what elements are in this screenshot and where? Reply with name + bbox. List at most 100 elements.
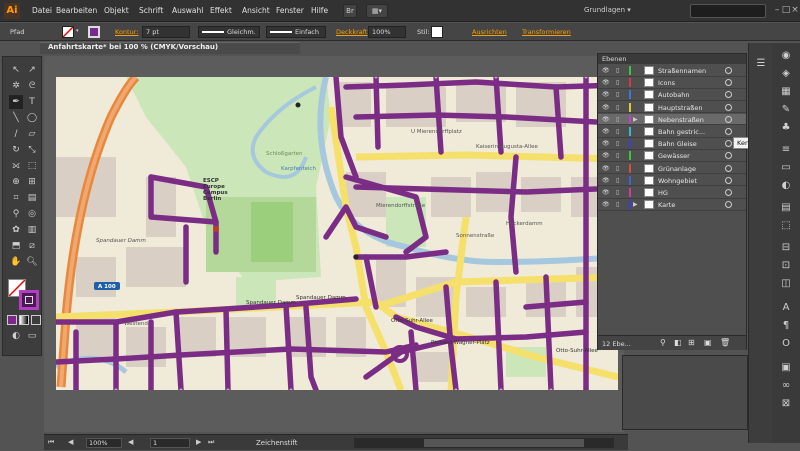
expand-triangle-icon[interactable]: ▶ <box>633 116 638 123</box>
layer-row[interactable]: 👁︎ ▯ Grünanlage <box>598 163 746 175</box>
opacity-field[interactable]: 100% <box>368 26 406 38</box>
artboards-panel-icon[interactable]: ▣ <box>778 361 794 375</box>
kontur-link[interactable]: Kontur: <box>115 28 138 36</box>
lock-toggle-icon[interactable]: ▯ <box>616 140 619 147</box>
eyedropper-tool-icon[interactable]: ⚲ <box>9 207 23 221</box>
width-tool-icon[interactable]: ⟗ <box>9 159 23 173</box>
target-circle-icon[interactable] <box>725 128 732 135</box>
color-panel-icon[interactable]: ◉ <box>778 49 794 63</box>
artboard-number-field[interactable]: 1 <box>150 438 190 448</box>
transformieren-link[interactable]: Transformieren <box>522 28 571 36</box>
draw-mode-icon[interactable]: ◐ <box>9 329 23 343</box>
navigator-panel-icon[interactable]: ⊠ <box>778 397 794 411</box>
visibility-eye-icon[interactable]: 👁︎ <box>602 140 610 147</box>
horizontal-scrollbar[interactable] <box>354 438 614 448</box>
lock-toggle-icon[interactable]: ▯ <box>616 177 619 184</box>
visibility-eye-icon[interactable]: 👁︎ <box>602 177 610 184</box>
layer-row[interactable]: 👁︎ ▯ Autobahn <box>598 89 746 101</box>
graphic-style-swatch[interactable] <box>431 26 443 38</box>
visibility-eye-icon[interactable]: 👁︎ <box>602 128 610 135</box>
layer-row[interactable]: 👁︎ ▯ Wohngebiet <box>598 175 746 187</box>
blend-tool-icon[interactable]: ◎ <box>25 207 39 221</box>
swatches-panel-icon[interactable]: ▦ <box>778 85 794 99</box>
type-tool-icon[interactable]: T <box>25 95 39 109</box>
layer-row[interactable]: 👁︎ ▯ Hauptstraßen <box>598 102 746 114</box>
color-guide-icon[interactable]: ◈ <box>778 67 794 81</box>
lock-toggle-icon[interactable]: ▯ <box>616 104 619 111</box>
color-mode-icon[interactable] <box>7 315 17 325</box>
menu-ansicht[interactable]: Ansicht <box>242 6 270 15</box>
ellipse-tool-icon[interactable]: ◯ <box>25 111 39 125</box>
layers-panel-icon[interactable]: ☰ <box>753 57 769 71</box>
zoom-tool-icon[interactable]: 🔍︎ <box>25 255 39 269</box>
lock-toggle-icon[interactable]: ▯ <box>616 201 619 208</box>
lock-toggle-icon[interactable]: ▯ <box>616 189 619 196</box>
artboard-nav-first-icon[interactable]: ⏮ <box>48 438 54 447</box>
target-circle-icon[interactable] <box>725 164 732 172</box>
target-circle-icon[interactable] <box>725 115 732 123</box>
links-panel-icon[interactable]: ∞ <box>778 379 794 393</box>
new-layer-icon[interactable]: ▣ <box>704 338 712 347</box>
target-circle-icon[interactable] <box>725 140 732 148</box>
workspace-switcher[interactable]: Grundlagen ▾ <box>584 6 631 14</box>
lasso-tool-icon[interactable]: ᘓ <box>25 79 39 93</box>
direct-selection-tool-icon[interactable]: ↗ <box>25 63 39 77</box>
opentype-panel-icon[interactable]: O <box>778 337 794 351</box>
layer-row[interactable]: 👁︎ ▯ HG <box>598 187 746 199</box>
variable-width-profile[interactable]: Gleichm. <box>198 26 260 38</box>
visibility-eye-icon[interactable]: 👁︎ <box>602 67 610 74</box>
lock-toggle-icon[interactable]: ▯ <box>616 67 619 74</box>
line-tool-icon[interactable]: ╲ <box>9 111 23 125</box>
lock-toggle-icon[interactable]: ▯ <box>616 91 619 98</box>
visibility-eye-icon[interactable]: 👁︎ <box>602 91 610 98</box>
free-transform-tool-icon[interactable]: ⬚ <box>25 159 39 173</box>
visibility-eye-icon[interactable]: 👁︎ <box>602 116 610 123</box>
lock-toggle-icon[interactable]: ▯ <box>616 152 619 159</box>
layer-row[interactable]: 👁︎ ▯ Straßennamen <box>598 65 746 77</box>
stroke-weight-field[interactable]: 7 pt <box>142 26 190 38</box>
slice-tool-icon[interactable]: ⧄ <box>25 239 39 253</box>
scale-tool-icon[interactable]: ⤡ <box>25 143 39 157</box>
lock-toggle-icon[interactable]: ▯ <box>616 165 619 172</box>
menu-datei[interactable]: Datei <box>32 6 52 15</box>
layer-row[interactable]: 👁︎ ▯ Gewässer <box>598 150 746 162</box>
target-circle-icon[interactable] <box>725 91 732 99</box>
none-mode-icon[interactable] <box>31 315 41 325</box>
brush-definition[interactable]: Einfach <box>266 26 326 38</box>
brushes-panel-icon[interactable]: ✎ <box>778 103 794 117</box>
graph-tool-icon[interactable]: ▥ <box>25 223 39 237</box>
visibility-eye-icon[interactable]: 👁︎ <box>602 189 610 196</box>
scrollbar-thumb[interactable] <box>424 439 584 447</box>
appearance-panel-icon[interactable]: ▤ <box>778 201 794 215</box>
visibility-eye-icon[interactable]: 👁︎ <box>602 104 610 111</box>
brush-tool-icon[interactable]: ∕ <box>9 127 23 141</box>
deckkraft-link[interactable]: Deckkraft <box>336 28 367 36</box>
lock-toggle-icon[interactable]: ▯ <box>616 79 619 86</box>
close-icon[interactable]: × <box>790 4 800 16</box>
stroke-swatch[interactable] <box>88 26 100 38</box>
target-circle-icon[interactable] <box>725 201 732 209</box>
target-circle-icon[interactable] <box>725 79 732 87</box>
visibility-eye-icon[interactable]: 👁︎ <box>602 165 610 172</box>
artboard-last-icon[interactable]: ⏭ <box>208 438 214 447</box>
symbols-panel-icon[interactable]: ♣ <box>778 121 794 135</box>
fill-swatch[interactable] <box>62 26 74 38</box>
selection-tool-icon[interactable]: ↖ <box>9 63 23 77</box>
layer-row[interactable]: 👁︎ ▯ ▶ Nebenstraßen <box>598 113 746 126</box>
layer-row[interactable]: 👁︎ ▯ Icons <box>598 77 746 89</box>
graphic-styles-icon[interactable]: ⬚ <box>778 219 794 233</box>
menu-bearbeiten[interactable]: Bearbeiten <box>56 6 97 15</box>
align-panel-icon[interactable]: ⊟ <box>778 241 794 255</box>
visibility-eye-icon[interactable]: 👁︎ <box>602 201 610 208</box>
locate-object-icon[interactable]: ⚲ <box>660 338 666 347</box>
lock-toggle-icon[interactable]: ▯ <box>616 128 619 135</box>
menu-auswahl[interactable]: Auswahl <box>172 6 203 15</box>
visibility-eye-icon[interactable]: 👁︎ <box>602 79 610 86</box>
visibility-eye-icon[interactable]: 👁︎ <box>602 152 610 159</box>
paragraph-panel-icon[interactable]: ¶ <box>778 319 794 333</box>
clipping-mask-icon[interactable]: ◧ <box>674 338 682 347</box>
target-circle-icon[interactable] <box>725 67 732 74</box>
mesh-tool-icon[interactable]: ⌗ <box>9 191 23 205</box>
layer-row[interactable]: 👁︎ ▯ ▶ Karte <box>598 199 746 211</box>
target-circle-icon[interactable] <box>725 176 732 184</box>
